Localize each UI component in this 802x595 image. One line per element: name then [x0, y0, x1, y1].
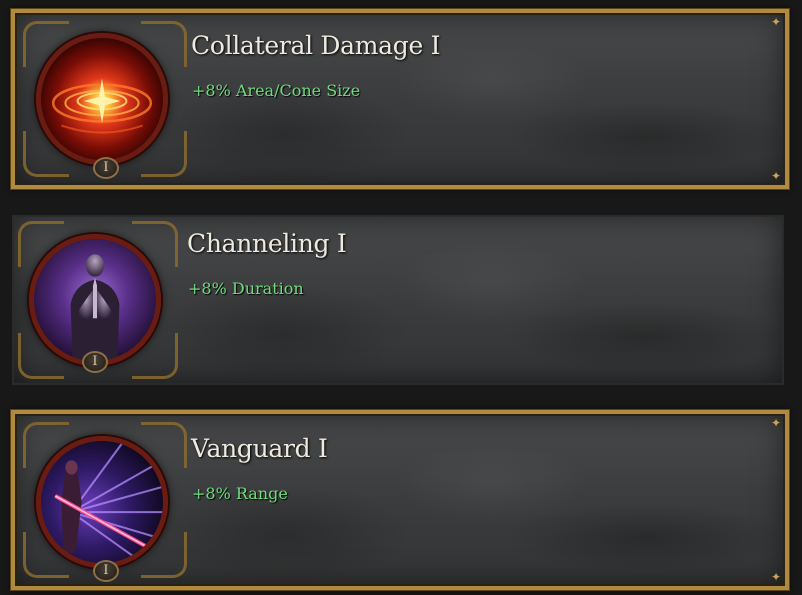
passive-title: Vanguard I — [191, 434, 328, 463]
praying-figure-icon — [29, 234, 161, 366]
passive-title: Channeling I — [187, 229, 347, 258]
frame-corner-ornament: ✦ — [770, 416, 782, 430]
passive-bonus: +8% Duration — [188, 279, 304, 298]
fire-vortex-icon — [36, 33, 168, 165]
rank-badge: I — [93, 560, 119, 582]
frame-corner-ornament: ✦ — [770, 570, 782, 584]
passive-card-vanguard[interactable]: ✦ ✦ I Vanguard I +8% Range — [10, 409, 790, 591]
frame-corner-ornament: ✦ — [770, 169, 782, 183]
passive-card-channeling[interactable]: I Channeling I +8% Duration — [12, 215, 784, 385]
lance-warrior-icon — [36, 436, 168, 568]
passive-bonus: +8% Range — [192, 484, 288, 503]
frame-corner-ornament: ✦ — [770, 15, 782, 29]
passive-card-collateral-damage[interactable]: ✦ ✦ I Collateral Damage I +8% Area/Cone … — [10, 8, 790, 190]
passive-bonus: +8% Area/Cone Size — [192, 81, 361, 100]
rank-badge: I — [93, 157, 119, 179]
rank-badge: I — [82, 351, 108, 373]
passive-title: Collateral Damage I — [191, 31, 441, 60]
